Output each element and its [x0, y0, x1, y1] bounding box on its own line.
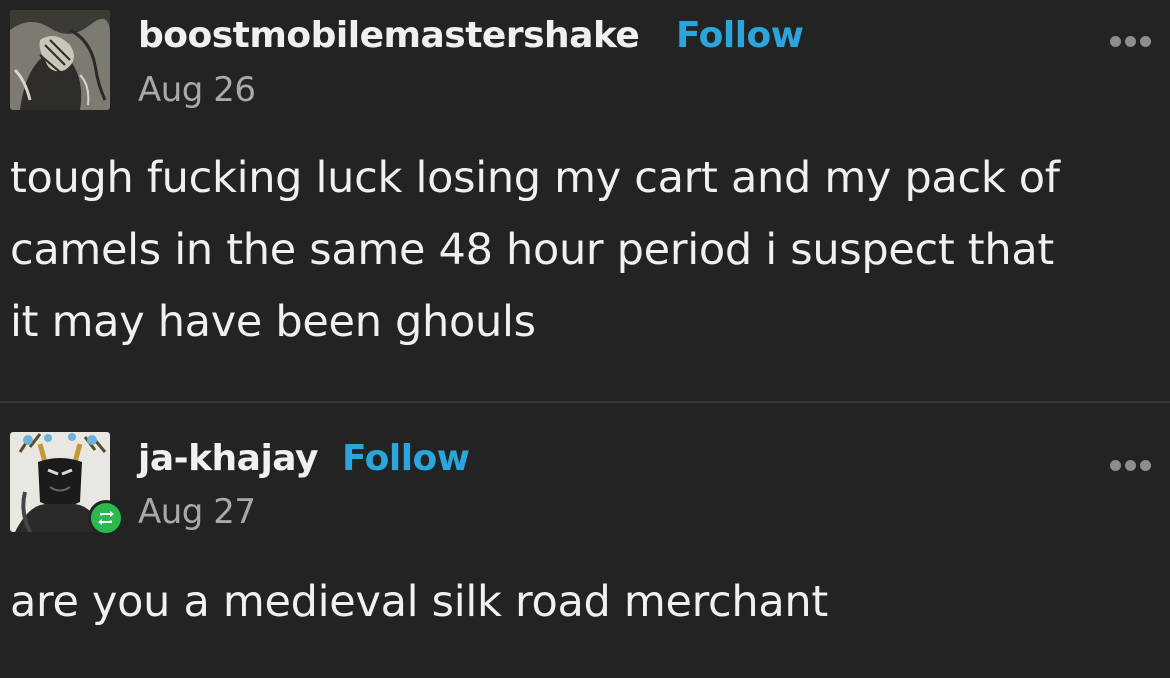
- avatar[interactable]: [10, 10, 110, 110]
- post-divider: [0, 401, 1170, 403]
- reblog-icon: [98, 511, 114, 525]
- post-body-line: are you a medieval silk road merchant: [10, 577, 828, 627]
- post-body: tough fucking luck losing my cart and my…: [10, 142, 1060, 358]
- follow-button[interactable]: Follow: [342, 438, 470, 479]
- post-body-line: tough fucking luck losing my cart and my…: [10, 153, 1060, 203]
- post-thread: boostmobilemastershake Follow Aug 26 tou…: [0, 0, 1170, 678]
- sketch-portrait-avatar-icon: [10, 10, 110, 110]
- more-options-button[interactable]: [1110, 456, 1156, 471]
- ellipsis-icon: [1110, 460, 1121, 471]
- post-date: Aug 27: [138, 492, 256, 532]
- username[interactable]: boostmobilemastershake: [138, 15, 640, 56]
- follow-button[interactable]: Follow: [676, 15, 804, 56]
- post-body-line: it may have been ghouls: [10, 297, 536, 347]
- username[interactable]: ja-khajay: [138, 438, 318, 479]
- reblog-badge: [88, 500, 124, 536]
- post-date: Aug 26: [138, 70, 256, 110]
- ellipsis-icon: [1110, 36, 1121, 47]
- post-body-line: camels in the same 48 hour period i susp…: [10, 225, 1054, 275]
- more-options-button[interactable]: [1110, 32, 1156, 47]
- post-body: are you a medieval silk road merchant: [10, 566, 828, 638]
